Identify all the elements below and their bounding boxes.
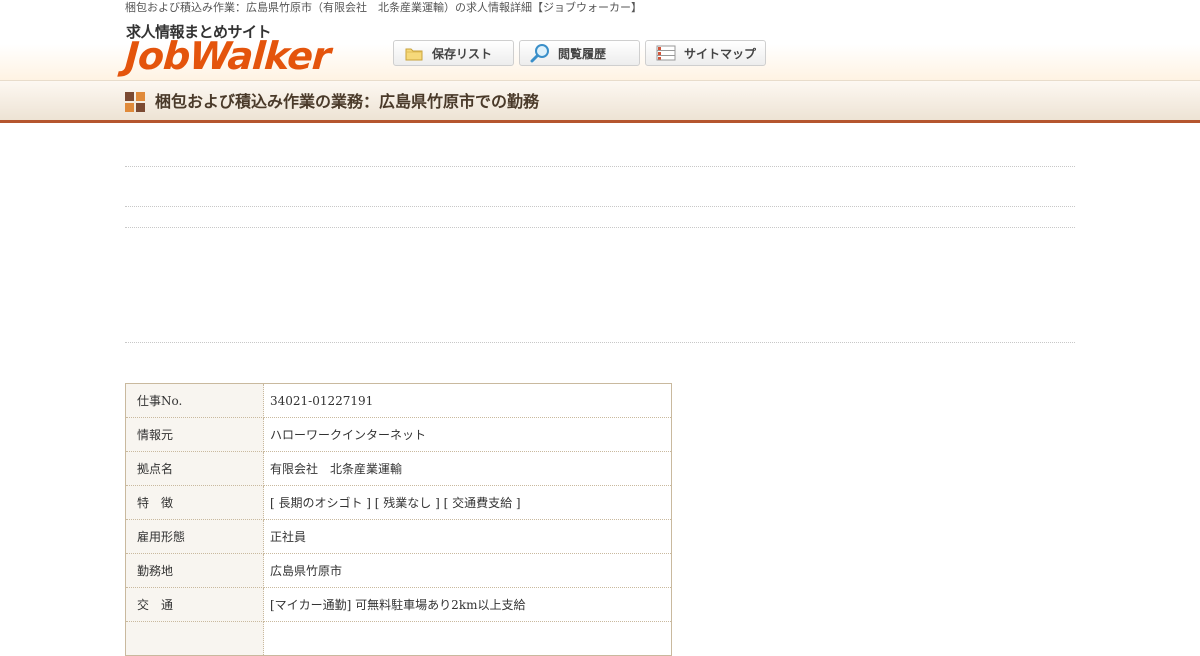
table-row: 交 通 [マイカー通勤] 可無料駐車場あり2km以上支給 bbox=[125, 587, 672, 622]
location-value: 広島県竹原市 bbox=[263, 553, 672, 588]
folder-icon bbox=[404, 44, 424, 62]
saved-list-label: 保存リスト bbox=[432, 46, 493, 61]
divider bbox=[125, 166, 1075, 167]
site-logo[interactable]: 求人情報まとめサイト JobWalker bbox=[123, 21, 335, 81]
source-label: 情報元 bbox=[125, 417, 264, 452]
sitemap-label: サイトマップ bbox=[684, 46, 757, 61]
employment-type-value: 正社員 bbox=[263, 519, 672, 554]
employment-type-label: 雇用形態 bbox=[125, 519, 264, 554]
saved-list-button[interactable]: 保存リスト bbox=[393, 40, 514, 66]
divider bbox=[125, 206, 1075, 207]
job-number-label: 仕事No. bbox=[125, 383, 264, 418]
company-value: 有限会社 北条産業運輸 bbox=[263, 451, 672, 486]
list-icon bbox=[656, 44, 676, 62]
table-row: 特 徴 [ 長期のオシゴト ] [ 残業なし ] [ 交通費支給 ] bbox=[125, 485, 672, 520]
magnifier-icon bbox=[530, 44, 550, 63]
page-title-bar: 梱包および積込み作業の業務：広島県竹原市での勤務 bbox=[0, 80, 1200, 123]
features-value: [ 長期のオシゴト ] [ 残業なし ] [ 交通費支給 ] bbox=[263, 485, 672, 520]
history-label: 閲覧履歴 bbox=[558, 46, 607, 61]
divider bbox=[125, 342, 1075, 343]
company-label: 拠点名 bbox=[125, 451, 264, 486]
features-label: 特 徴 bbox=[125, 485, 264, 520]
logo-wordmark: JobWalker bbox=[123, 34, 332, 78]
job-info-table: 仕事No. 34021-01227191 情報元 ハローワークインターネット 拠… bbox=[125, 383, 672, 656]
page-title: 梱包および積込み作業の業務：広島県竹原市での勤務 bbox=[155, 92, 540, 111]
table-cell bbox=[125, 621, 264, 656]
site-description: 梱包および積込み作業：広島県竹原市（有限会社 北条産業運輸）の求人情報詳細【ジョ… bbox=[125, 1, 642, 14]
table-row: 勤務地 広島県竹原市 bbox=[125, 553, 672, 588]
site-header: 梱包および積込み作業：広島県竹原市（有限会社 北条産業運輸）の求人情報詳細【ジョ… bbox=[0, 0, 1200, 80]
history-button[interactable]: 閲覧履歴 bbox=[519, 40, 640, 66]
transport-value: [マイカー通勤] 可無料駐車場あり2km以上支給 bbox=[263, 587, 672, 622]
table-row: 雇用形態 正社員 bbox=[125, 519, 672, 554]
transport-label: 交 通 bbox=[125, 587, 264, 622]
job-number-value: 34021-01227191 bbox=[263, 383, 672, 418]
source-value: ハローワークインターネット bbox=[263, 417, 672, 452]
location-label: 勤務地 bbox=[125, 553, 264, 588]
divider bbox=[125, 227, 1075, 228]
sitemap-button[interactable]: サイトマップ bbox=[645, 40, 766, 66]
table-cell bbox=[263, 621, 672, 656]
grid-squares-icon bbox=[125, 92, 145, 112]
table-row bbox=[125, 621, 672, 656]
table-row: 仕事No. 34021-01227191 bbox=[125, 383, 672, 418]
table-row: 情報元 ハローワークインターネット bbox=[125, 417, 672, 452]
table-row: 拠点名 有限会社 北条産業運輸 bbox=[125, 451, 672, 486]
